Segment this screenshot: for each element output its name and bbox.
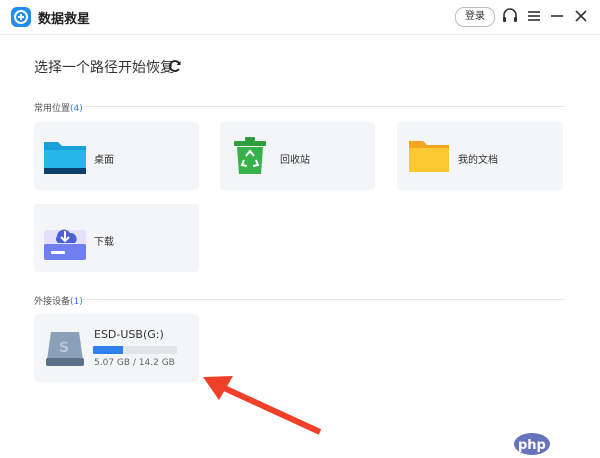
watermark-text: php 中文网 [518, 438, 590, 453]
annotation-arrow-icon [203, 376, 322, 435]
